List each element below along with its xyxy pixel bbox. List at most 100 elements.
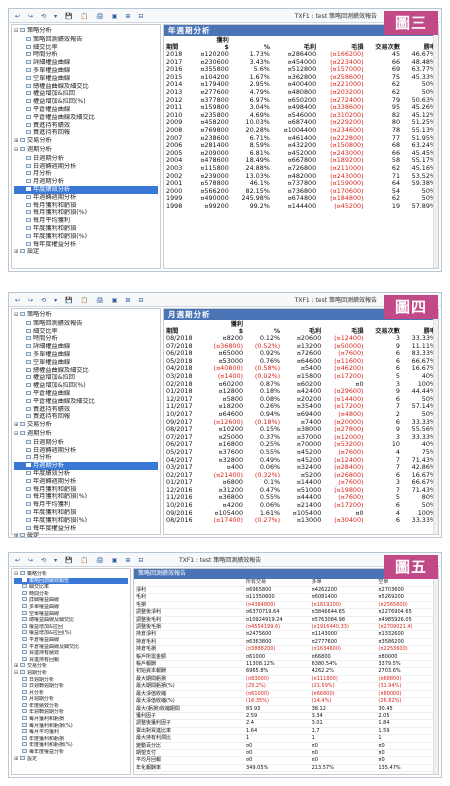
toolbar-button[interactable]: ▣ xyxy=(109,296,121,306)
tree-item[interactable]: 平倉權益曲線及細交比 xyxy=(14,398,158,406)
tree-item[interactable]: ⊟ 策略分析 xyxy=(14,311,158,320)
table-row[interactable]: 調整後毛損 (¤4554199.6) (¤1916440.33) (¤2709021.… xyxy=(134,624,438,631)
tree-item[interactable]: 月分析 xyxy=(14,170,158,178)
toolbar-button[interactable]: ↩ xyxy=(12,12,23,22)
tree-item[interactable]: 年度獲利和虧損(%) xyxy=(14,517,158,525)
tree-item[interactable]: 平倉權益曲線 xyxy=(14,636,128,644)
vertical-scrollbar[interactable] xyxy=(433,309,438,534)
column-header[interactable]: 所有交易 xyxy=(244,579,310,587)
tree-item[interactable]: 每月獲利和虧損(%) xyxy=(14,209,158,217)
table-row[interactable]: 調整後淨利 ¤6370719.64 ¤3846644.65 ¤2276904.65 xyxy=(134,609,438,617)
column-header[interactable]: 毛損 xyxy=(318,37,365,51)
toolbar-button[interactable]: 💾 xyxy=(62,556,75,566)
tree-item[interactable]: 年週轉週期分析 xyxy=(14,709,128,716)
toolbar-button[interactable]: ⊞ xyxy=(122,556,133,566)
tree-item[interactable]: 策略回測績效報告 xyxy=(14,36,158,44)
column-header[interactable]: % xyxy=(231,37,272,51)
toolbar-button[interactable]: ↩ xyxy=(12,296,23,306)
table-row[interactable]: 最大持有利潤比 1 1 1 xyxy=(134,735,438,743)
tree-item[interactable]: 每月平均獲利 xyxy=(14,501,158,509)
column-header[interactable] xyxy=(134,579,244,587)
table-row[interactable]: 毛損 (¤4384800) (¤1819200) (¤2565600) xyxy=(134,601,438,609)
column-header[interactable]: 交易次數 xyxy=(366,321,402,335)
tree-item[interactable]: 日週轉週期分析 xyxy=(14,163,158,171)
table-row[interactable]: 淨利 ¤6965800 ¤4262200 ¤2703600 xyxy=(134,587,438,594)
tree-item[interactable]: 年週轉週期分析 xyxy=(14,478,158,486)
tree-item[interactable]: 權益增加&拉回 xyxy=(14,374,158,382)
table-row[interactable]: 年化報酬率 349.05% 213.57% 135.47% xyxy=(134,764,438,772)
table-row[interactable]: 持倉毛損 (¤3888200) (¤1634600) (¤2253600) xyxy=(134,646,438,654)
toolbar-button[interactable]: 🖨 xyxy=(93,12,107,22)
tree-item[interactable]: 平倉權益曲線 xyxy=(14,390,158,398)
table-row[interactable]: 變動百分比 ¤0 ¤0 ¤0 xyxy=(134,742,438,750)
tree-item[interactable]: 年度獲利和虧損(%) xyxy=(14,233,158,241)
tree-item[interactable]: 買進持有回報 xyxy=(14,413,158,421)
tree-item[interactable]: 年度獲利和虧損 xyxy=(14,735,128,743)
tree-item[interactable]: ⊞ 設定 xyxy=(14,755,128,763)
tree-item[interactable]: 空單權益曲線 xyxy=(14,610,128,618)
tree-item[interactable]: 日週期分析 xyxy=(14,439,158,447)
tree-item[interactable]: 日週轉週期分析 xyxy=(14,683,128,690)
tree-item[interactable]: 買進持有績效 xyxy=(14,122,158,130)
table-row[interactable]: 調整後毛利 ¤10924919.24 ¤5763084.98 ¤4985926.05 xyxy=(134,616,438,624)
toolbar-button[interactable]: ⊞ xyxy=(122,296,133,306)
column-header[interactable]: 毛利 xyxy=(282,321,323,335)
tree-item[interactable]: 空單權益曲線 xyxy=(14,75,158,83)
table-row[interactable]: 持倉淨利 ¤2475600 ¤1143000 ¤1332600 xyxy=(134,631,438,639)
tree-item[interactable]: 權益增加&拉回 xyxy=(14,90,158,98)
tree-item[interactable]: ⊟ 週期分析 xyxy=(14,669,128,677)
tree-item[interactable]: 年度獲利和虧損 xyxy=(14,225,158,233)
tree-item[interactable]: 日週期分析 xyxy=(14,155,158,163)
table-row[interactable]: 持倉毛利 ¤6363800 ¤2777600 ¤3586200 xyxy=(134,638,438,646)
tree-item[interactable]: ⊞ 設定 xyxy=(14,248,158,257)
tree-item[interactable]: 年度績效分析 xyxy=(14,470,158,478)
tree-item[interactable]: 年度獲利和虧損 xyxy=(14,509,158,517)
table-row[interactable]: 最大期間虧損(%) (29.2%) (21.59%) (31.94%) xyxy=(134,683,438,691)
tree-item[interactable]: 總權益曲線及細交比 xyxy=(14,83,158,91)
tree-item[interactable]: 月週期分析 xyxy=(14,696,128,703)
toolbar-button[interactable]: 📋 xyxy=(78,556,91,566)
tree-item[interactable]: 權益增加&拉回(%) xyxy=(14,98,158,106)
table-row[interactable]: 最大淨值收縮(%) (16.35%) (14.4%) (26.82%) xyxy=(134,698,438,705)
toolbar-button[interactable]: ▣ xyxy=(109,12,121,22)
tree-item[interactable]: ⊟ 策略分析 xyxy=(14,571,128,578)
column-header[interactable]: 多單 xyxy=(310,579,377,587)
tree-item[interactable]: 日週期分析 xyxy=(14,676,128,684)
tree-item[interactable]: ⊞ 交易分析 xyxy=(14,137,158,146)
table-row[interactable]: 帳戶報酬 11308.12% 6380.54% 3379.5% xyxy=(134,661,438,668)
toolbar-button[interactable]: ⟲ xyxy=(38,12,49,22)
tree-item[interactable]: 買進持有績效 xyxy=(14,650,128,657)
tree-item[interactable]: 月分析 xyxy=(14,454,158,462)
tree-item[interactable]: 買進持有回報 xyxy=(14,656,128,664)
tree-item[interactable]: 買進持有回報 xyxy=(14,129,158,137)
tree-item[interactable]: ⊟ 週期分析 xyxy=(14,430,158,439)
toolbar-button[interactable]: ▾ xyxy=(51,12,60,22)
table-row[interactable]: 毛利 ¤11350600 ¤6081400 ¤5269200 xyxy=(134,594,438,602)
tree-item[interactable]: 多單權益曲線 xyxy=(14,603,128,611)
tree-item[interactable]: 時間分析 xyxy=(14,590,128,598)
column-header[interactable]: 獲利 $ xyxy=(190,37,231,51)
tree-item[interactable]: 平倉權益曲線及細交比 xyxy=(14,114,158,122)
column-header[interactable]: 毛損 xyxy=(323,321,365,335)
tree-item[interactable]: 多單權益曲線 xyxy=(14,351,158,359)
toolbar-button[interactable]: ↪ xyxy=(25,556,36,566)
vertical-scrollbar[interactable] xyxy=(433,25,438,268)
toolbar-button[interactable]: ↪ xyxy=(25,12,36,22)
toolbar-button[interactable]: 🖨 xyxy=(93,296,107,306)
tree-item[interactable]: 月週期分析 xyxy=(14,462,158,470)
toolbar-button[interactable]: ⟲ xyxy=(38,296,49,306)
tree-item[interactable]: 多單權益曲線 xyxy=(14,67,158,75)
column-header[interactable]: 期間 xyxy=(164,321,203,335)
column-header[interactable]: 毛利 xyxy=(272,37,318,51)
table-row[interactable]: 初始資本報酬 6965.8% 4262.2% 2703.6% xyxy=(134,668,438,676)
table-row[interactable]: 調整後獲利因子 2.4 3.01 1.84 xyxy=(134,720,438,728)
toolbar-button[interactable]: ↩ xyxy=(12,556,23,566)
tree-item[interactable]: ⊟ 週期分析 xyxy=(14,146,158,155)
tree-item[interactable]: 平倉權益曲線 xyxy=(14,106,158,114)
tree-item[interactable]: 詳細權益曲線 xyxy=(14,59,158,67)
tree-item[interactable]: 總權益曲線及細交比 xyxy=(14,617,128,624)
tree-item[interactable]: 每月獲利和虧損 xyxy=(14,486,158,494)
tree-item[interactable]: 月週期分析 xyxy=(14,178,158,186)
table-row[interactable]: 賣出對買進比率 1.64 1.7 1.59 xyxy=(134,727,438,735)
tree-item[interactable]: 權益增加&拉回(%) xyxy=(14,630,128,637)
